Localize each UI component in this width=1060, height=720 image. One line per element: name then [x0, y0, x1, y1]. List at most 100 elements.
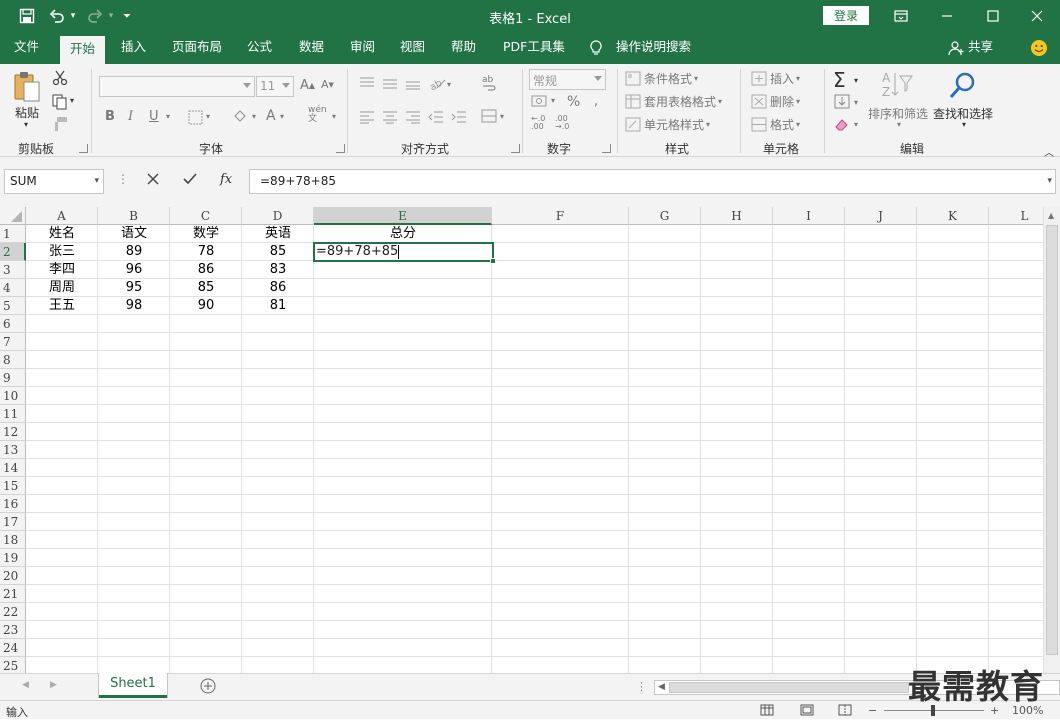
data-cell[interactable]: 周周	[26, 279, 98, 297]
delete-cells-button[interactable]: 删除 ▾	[751, 93, 800, 110]
row-header-20[interactable]: 20	[0, 567, 26, 585]
column-header-k[interactable]: K	[917, 207, 989, 225]
cell-styles-button[interactable]: 单元格样式 ▾	[625, 116, 710, 133]
fill-handle[interactable]	[490, 258, 496, 264]
bold-button[interactable]: B	[105, 109, 115, 124]
font-family-select[interactable]	[99, 76, 255, 97]
insert-function-button[interactable]: fx	[220, 172, 232, 187]
tab-view[interactable]: 视图	[400, 32, 425, 64]
column-header-l[interactable]: L	[989, 207, 1043, 225]
orientation-dropdown-icon[interactable]: ▾	[447, 80, 451, 89]
row-header-18[interactable]: 18	[0, 531, 26, 549]
data-cell[interactable]: 81	[242, 297, 314, 315]
tab-insert[interactable]: 插入	[121, 32, 146, 64]
data-cell[interactable]: 86	[170, 261, 242, 279]
header-cell[interactable]: 语文	[98, 225, 170, 243]
clear-icon[interactable]	[834, 117, 850, 132]
font-launcher-icon[interactable]	[336, 144, 345, 153]
format-painter-icon[interactable]	[52, 116, 68, 132]
data-cell[interactable]: 85	[170, 279, 242, 297]
decrease-indent-icon[interactable]	[428, 110, 444, 124]
decrease-font-size-icon[interactable]: A ▼	[321, 78, 334, 91]
column-header-b[interactable]: B	[98, 207, 170, 225]
tab-split-grip-icon[interactable]: ⋮	[636, 680, 647, 693]
vertical-scroll-thumb[interactable]	[1046, 225, 1058, 655]
name-box[interactable]: SUM ▾	[4, 169, 104, 194]
column-header-a[interactable]: A	[26, 207, 98, 225]
row-header-12[interactable]: 12	[0, 423, 26, 441]
increase-font-size-icon[interactable]: A ▲	[300, 78, 315, 93]
header-cell[interactable]: 数学	[170, 225, 242, 243]
sort-filter-icon[interactable]: AZ	[880, 70, 914, 102]
row-header-11[interactable]: 11	[0, 405, 26, 423]
tab-review[interactable]: 审阅	[350, 32, 375, 64]
row-header-1[interactable]: 1	[0, 225, 26, 243]
copy-dropdown-icon[interactable]: ▾	[70, 96, 74, 105]
row-header-25[interactable]: 25	[0, 657, 26, 673]
column-header-e[interactable]: E	[314, 207, 492, 225]
data-cell[interactable]: 李四	[26, 261, 98, 279]
data-cell[interactable]: 张三	[26, 243, 98, 261]
row-header-9[interactable]: 9	[0, 369, 26, 387]
page-break-view-icon[interactable]	[838, 704, 852, 719]
tab-page-layout[interactable]: 页面布局	[172, 32, 222, 64]
expand-formula-bar-icon[interactable]: ▾	[1047, 176, 1052, 186]
find-select-icon[interactable]	[948, 70, 978, 100]
row-header-16[interactable]: 16	[0, 495, 26, 513]
data-cell[interactable]: 85	[242, 243, 314, 261]
ribbon-display-options-icon[interactable]	[878, 0, 924, 32]
tab-home[interactable]: 开始	[60, 36, 106, 64]
row-header-21[interactable]: 21	[0, 585, 26, 603]
tab-pdf-tools[interactable]: PDF工具集	[503, 32, 565, 64]
align-top-icon[interactable]	[359, 76, 375, 90]
conditional-format-button[interactable]: 条件格式 ▾	[625, 70, 698, 87]
column-header-h[interactable]: H	[701, 207, 773, 225]
customize-toolbar-icon[interactable]: ⏷	[120, 6, 134, 26]
zoom-out-icon[interactable]: −	[868, 704, 877, 717]
tab-formulas[interactable]: 公式	[247, 32, 272, 64]
fill-dropdown-icon[interactable]: ▾	[854, 98, 858, 107]
column-header-i[interactable]: I	[773, 207, 845, 225]
increase-decimal-icon[interactable]: ←.0.00	[531, 115, 545, 131]
clipboard-launcher-icon[interactable]	[79, 144, 88, 153]
align-right-icon[interactable]	[405, 110, 421, 124]
prev-sheet-icon[interactable]: ◀	[22, 680, 29, 690]
row-header-17[interactable]: 17	[0, 513, 26, 531]
merge-dropdown-icon[interactable]: ▾	[500, 112, 504, 121]
sheet-tab-sheet1[interactable]: Sheet1	[99, 673, 167, 698]
scroll-left-icon[interactable]: ◀	[658, 682, 665, 692]
row-header-13[interactable]: 13	[0, 441, 26, 459]
copy-icon[interactable]	[52, 94, 68, 110]
row-header-14[interactable]: 14	[0, 459, 26, 477]
row-header-3[interactable]: 3	[0, 261, 26, 279]
select-all-corner[interactable]	[0, 207, 26, 225]
share-button[interactable]: 共享	[968, 32, 993, 64]
cancel-entry-icon[interactable]	[146, 172, 160, 189]
row-header-24[interactable]: 24	[0, 639, 26, 657]
formula-input[interactable]: =89+78+85	[249, 169, 1056, 194]
underline-button[interactable]: U	[149, 109, 159, 124]
row-header-8[interactable]: 8	[0, 351, 26, 369]
tell-me-search[interactable]: 操作说明搜索	[616, 32, 691, 64]
comma-style-icon[interactable]: ,	[594, 94, 598, 109]
data-cell[interactable]: 89	[98, 243, 170, 261]
paste-dropdown-icon[interactable]: ▾	[24, 120, 28, 129]
accounting-dropdown-icon[interactable]: ▾	[551, 96, 555, 105]
vertical-scrollbar[interactable]: ▲	[1043, 207, 1060, 673]
column-header-f[interactable]: F	[492, 207, 629, 225]
clear-dropdown-icon[interactable]: ▾	[854, 120, 858, 129]
percent-button[interactable]: %	[567, 94, 580, 110]
normal-view-icon[interactable]	[760, 704, 774, 719]
fill-color-dropdown-icon[interactable]: ▾	[252, 112, 256, 121]
merge-center-icon[interactable]	[481, 108, 497, 124]
row-header-19[interactable]: 19	[0, 549, 26, 567]
cut-icon[interactable]	[52, 70, 68, 86]
number-launcher-icon[interactable]	[602, 144, 611, 153]
row-header-15[interactable]: 15	[0, 477, 26, 495]
header-cell[interactable]: 总分	[314, 225, 492, 243]
data-cell[interactable]: 96	[98, 261, 170, 279]
header-cell[interactable]: 英语	[242, 225, 314, 243]
wrap-text-icon[interactable]: ab	[481, 74, 497, 92]
column-header-g[interactable]: G	[629, 207, 701, 225]
column-header-c[interactable]: C	[170, 207, 242, 225]
